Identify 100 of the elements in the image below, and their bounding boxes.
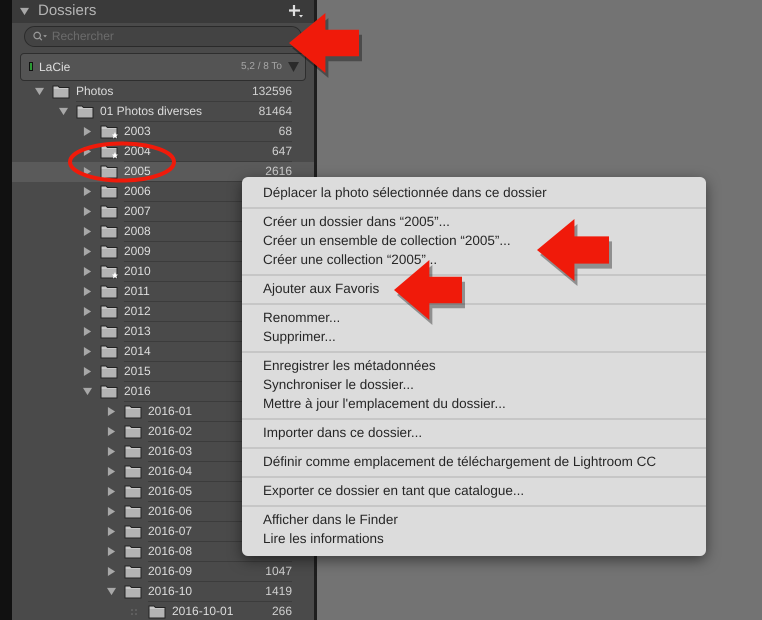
expand-triangle-icon[interactable] — [83, 247, 92, 256]
dropdown-triangle-icon[interactable] — [288, 62, 299, 72]
folder-name: 2016-03 — [148, 443, 192, 460]
panel-header[interactable]: Dossiers — [12, 0, 314, 22]
expand-triangle-icon[interactable] — [83, 267, 92, 276]
menu-item[interactable]: Créer une collection “2005”... — [242, 251, 706, 270]
folder-name: 2013 — [124, 323, 151, 340]
folder-name: 2016-02 — [148, 423, 192, 440]
expand-triangle-icon[interactable] — [107, 407, 116, 416]
menu-item[interactable]: Supprimer... — [242, 328, 706, 347]
folder-icon — [100, 244, 118, 259]
menu-item[interactable]: Enregistrer les métadonnées — [242, 357, 706, 376]
expand-triangle-icon[interactable] — [83, 187, 92, 196]
folder-row[interactable]: Photos 132596 — [12, 82, 314, 102]
folder-icon — [100, 324, 118, 339]
folder-icon — [124, 464, 142, 479]
folder-name: 2015 — [124, 363, 151, 380]
collapse-triangle-icon[interactable] — [107, 587, 116, 596]
folder-row[interactable]: 2003 68 — [12, 122, 314, 142]
folder-icon — [124, 544, 142, 559]
folder-name: 2009 — [124, 243, 151, 260]
folder-icon — [124, 444, 142, 459]
menu-item[interactable]: Afficher dans le Finder — [242, 511, 706, 530]
folder-icon — [100, 224, 118, 239]
folder-name: Photos — [76, 83, 114, 100]
expand-triangle-icon[interactable] — [83, 167, 92, 176]
folder-icon — [124, 584, 142, 599]
folder-row[interactable]: 01 Photos diverses 81464 — [12, 102, 314, 122]
expand-triangle-icon[interactable] — [83, 227, 92, 236]
folder-name: 2003 — [124, 123, 151, 140]
volume-name: LaCie — [39, 58, 70, 76]
folder-icon — [100, 184, 118, 199]
menu-item[interactable]: Renommer... — [242, 309, 706, 328]
add-icon[interactable] — [288, 4, 304, 18]
menu-item[interactable]: Lire les informations — [242, 530, 706, 549]
expand-triangle-icon[interactable] — [107, 567, 116, 576]
expand-triangle-icon[interactable] — [107, 467, 116, 476]
folder-name: 2005 — [124, 163, 151, 180]
folder-name: 2016-06 — [148, 503, 192, 520]
menu-item[interactable]: Créer un ensemble de collection “2005”... — [242, 232, 706, 251]
search-icon — [33, 31, 48, 41]
expand-triangle-icon[interactable] — [83, 307, 92, 316]
folder-name: 2010 — [124, 263, 151, 280]
folder-icon — [100, 304, 118, 319]
expand-triangle-icon[interactable] — [83, 287, 92, 296]
expand-triangle-icon[interactable] — [107, 547, 116, 556]
folder-row[interactable]: 2016-10-01 266 — [12, 602, 314, 620]
expand-triangle-icon[interactable] — [107, 527, 116, 536]
expand-triangle-icon[interactable] — [107, 507, 116, 516]
expand-triangle-icon[interactable] — [107, 447, 116, 456]
collapse-triangle-icon[interactable] — [35, 87, 44, 96]
expand-triangle-icon[interactable] — [107, 487, 116, 496]
menu-item[interactable]: Exporter ce dossier en tant que catalogue... — [242, 482, 706, 501]
folder-name: 2016-01 — [148, 403, 192, 420]
starred-folder-icon — [100, 124, 118, 139]
folder-icon — [100, 204, 118, 219]
menu-item[interactable]: Ajouter aux Favoris — [242, 280, 706, 299]
collapse-triangle-icon[interactable] — [83, 387, 92, 396]
expand-triangle-icon[interactable] — [107, 427, 116, 436]
folder-name: 2008 — [124, 223, 151, 240]
folder-name: 2004 — [124, 143, 151, 160]
expand-triangle-icon[interactable] — [83, 127, 92, 136]
photo-count: 1047 — [265, 563, 292, 580]
folder-row[interactable]: 2016-10 1419 — [12, 582, 314, 602]
photo-count: 68 — [278, 123, 292, 140]
folder-icon — [124, 564, 142, 579]
expand-triangle-icon[interactable] — [83, 327, 92, 336]
folder-name: 2006 — [124, 183, 151, 200]
starred-folder-icon — [100, 264, 118, 279]
folder-icon — [124, 424, 142, 439]
photo-count: 1419 — [265, 583, 292, 600]
dots-icon — [131, 608, 137, 614]
starred-folder-icon — [100, 144, 118, 159]
folder-name: 2014 — [124, 343, 151, 360]
menu-item[interactable]: Synchroniser le dossier... — [242, 376, 706, 395]
folder-icon — [100, 384, 118, 399]
menu-item[interactable]: Importer dans ce dossier... — [242, 424, 706, 443]
menu-item[interactable]: Mettre à jour l'emplacement du dossier... — [242, 395, 706, 414]
menu-item[interactable]: Déplacer la photo sélectionnée dans ce dossier — [242, 184, 706, 203]
collapse-triangle-icon[interactable] — [59, 107, 68, 116]
expand-triangle-icon[interactable] — [83, 347, 92, 356]
volume-bar[interactable]: LaCie 5,2 / 8 To — [20, 52, 306, 80]
menu-item[interactable]: Définir comme emplacement de téléchargement de Lightroom CC — [242, 453, 706, 472]
folder-icon — [100, 164, 118, 179]
photo-count: 647 — [272, 143, 292, 160]
folder-name: 2007 — [124, 203, 151, 220]
folder-name: 2016-05 — [148, 483, 192, 500]
folder-icon — [100, 284, 118, 299]
expand-triangle-icon[interactable] — [83, 147, 92, 156]
folder-name: 01 Photos diverses — [100, 103, 202, 120]
folder-icon — [124, 404, 142, 419]
collapse-triangle-icon[interactable] — [20, 6, 29, 16]
expand-triangle-icon[interactable] — [83, 207, 92, 216]
folder-name: 2016-10-01 — [172, 603, 234, 620]
folder-icon — [52, 84, 70, 99]
menu-item[interactable]: Créer un dossier dans “2005”... — [242, 213, 706, 232]
expand-triangle-icon[interactable] — [83, 367, 92, 376]
folder-icon — [124, 484, 142, 499]
folder-row[interactable]: 2016-09 1047 — [12, 562, 314, 582]
volume-status-indicator — [29, 62, 33, 71]
